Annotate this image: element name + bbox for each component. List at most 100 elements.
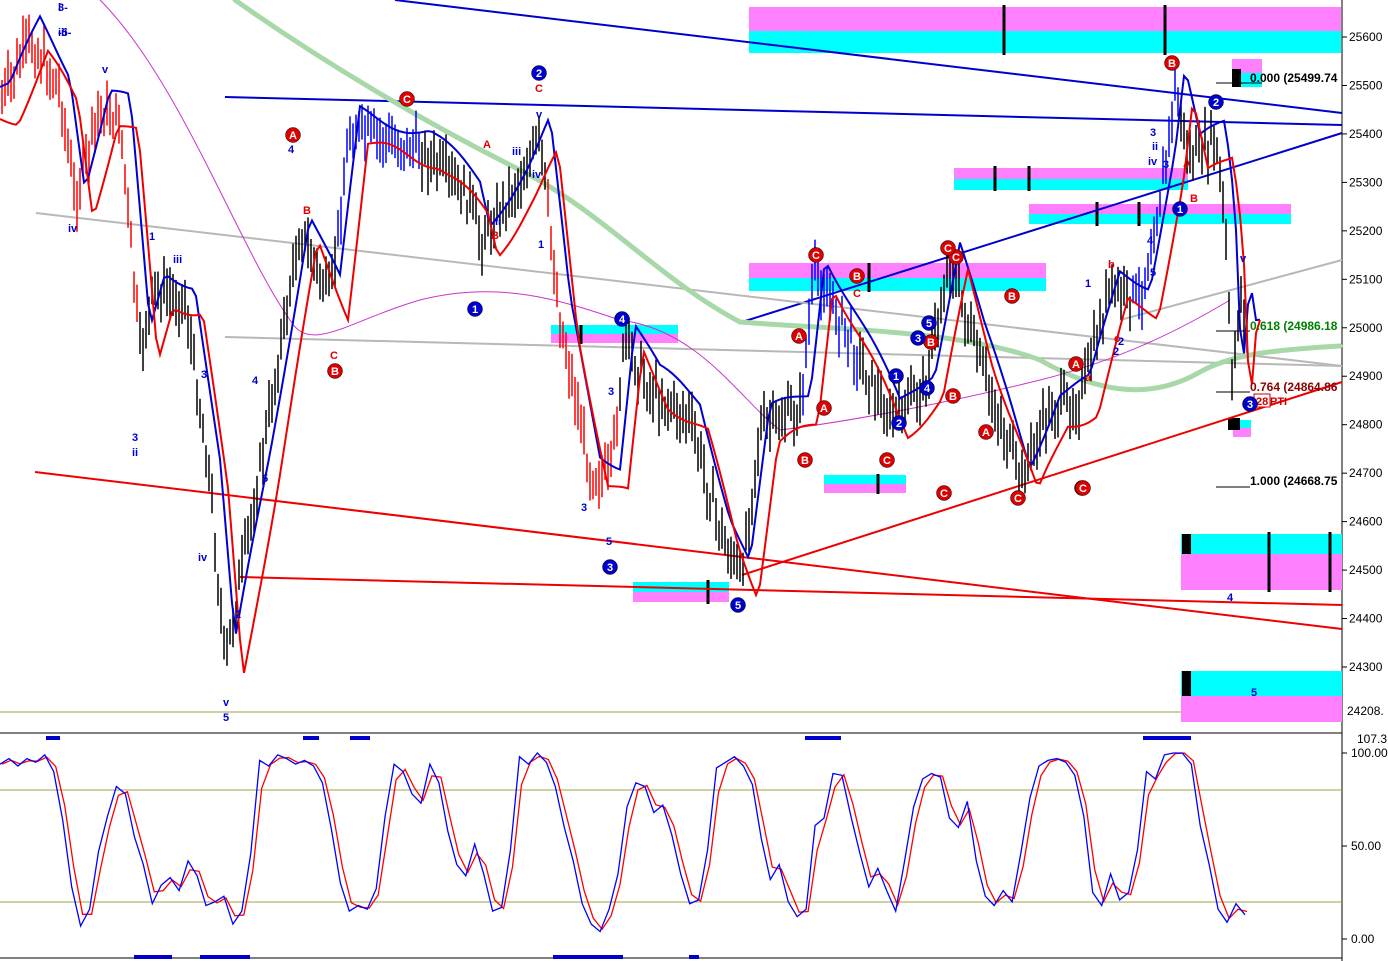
- wave-label-blue: 1: [1085, 278, 1091, 290]
- wave-label-red: c: [1114, 333, 1120, 345]
- circle-label-red-text: B: [1008, 291, 1016, 303]
- wave-label-red: A: [1183, 158, 1191, 170]
- wave-label-red: C: [853, 288, 861, 300]
- circle-label-blue-text: 1: [893, 371, 899, 383]
- signal-marker: [553, 955, 623, 959]
- wave-label-red: B: [491, 230, 499, 242]
- wave-label-red: C: [535, 83, 543, 95]
- zone-marker: [1228, 418, 1240, 430]
- wave-label-blue: 5: [1150, 267, 1156, 279]
- wave-label-blue: 3: [581, 502, 587, 514]
- circle-label-red-text: B: [949, 391, 957, 403]
- osc-tick-label: 0.00: [1351, 932, 1375, 946]
- wave-label-blue: 4: [252, 375, 259, 387]
- circle-label-red-text: C: [403, 94, 411, 106]
- wave-label-blue: iii: [512, 146, 521, 158]
- fib-label: 1.000 (24668.75: [1250, 474, 1338, 488]
- circle-label-blue-text: 2: [536, 68, 542, 80]
- wave-label-blue: 4: [288, 144, 295, 156]
- signal-marker: [689, 955, 699, 959]
- fib-label: 0.618 (24986.18: [1250, 319, 1338, 333]
- oscillator-top-label: 107.3: [1357, 732, 1387, 746]
- zone-box: [1181, 554, 1342, 590]
- price-tick-label: 25000: [1349, 321, 1383, 335]
- wave-label-blue: 3: [132, 432, 138, 444]
- zone-box: [749, 278, 1046, 291]
- wave-label-blue: 3-: [58, 2, 68, 14]
- chart-background: [0, 0, 1388, 961]
- wave-label-blue: 3: [608, 386, 614, 398]
- price-tick-label: 24600: [1349, 515, 1383, 529]
- wave-label-blue: iii: [173, 254, 182, 266]
- circle-label-red-text: A: [289, 130, 297, 142]
- zone-marker: [1182, 671, 1191, 696]
- price-tick-label: 24700: [1349, 466, 1383, 480]
- wave-label-red: B: [1190, 193, 1198, 205]
- circle-label-blue-text: 2: [896, 418, 902, 430]
- circle-label-red-text: A: [982, 427, 990, 439]
- price-tick-label: 24300: [1349, 660, 1383, 674]
- wave-label-blue: iv: [1148, 156, 1158, 168]
- wave-label-blue: v: [1240, 253, 1247, 265]
- circle-label-red-text: B: [801, 455, 809, 467]
- zone-box: [749, 7, 1341, 31]
- wave-label-blue: iv: [68, 223, 78, 235]
- circle-label-red-text: B: [1168, 58, 1176, 70]
- circle-label-blue-text: 1: [1177, 204, 1183, 216]
- signal-marker: [805, 736, 841, 740]
- wave-label-blue: iv: [198, 552, 208, 564]
- circle-label-blue-text: 4: [924, 383, 931, 395]
- zone-box: [749, 263, 1046, 278]
- signal-marker: [46, 736, 60, 740]
- circle-label-blue-text: 4: [619, 314, 626, 326]
- wave-label-blue: 2: [235, 609, 241, 621]
- circle-label-blue-text: 3: [607, 562, 613, 574]
- wave-label-blue: 5: [262, 473, 268, 485]
- circle-label-red-text: A: [1072, 359, 1080, 371]
- wave-label-red: C: [330, 350, 338, 362]
- circle-label-red-text: C: [940, 488, 948, 500]
- price-tick-label: 25400: [1349, 127, 1383, 141]
- signal-marker: [1143, 736, 1191, 740]
- wave-label-red: A: [483, 139, 491, 151]
- price-tick-label: 25600: [1349, 30, 1383, 44]
- zone-box: [824, 484, 906, 493]
- price-tick-label: 25500: [1349, 78, 1383, 92]
- wave-label-blue: 3: [1163, 159, 1169, 171]
- wave-label-blue: 1: [149, 231, 155, 243]
- wave-label-blue: v: [223, 697, 230, 709]
- circle-label-red-text: C: [1014, 493, 1022, 505]
- price-tick-label: 24800: [1349, 418, 1383, 432]
- wave-label-blue: ii: [132, 447, 138, 459]
- circle-label-blue-text: 3: [915, 333, 921, 345]
- pti-number: 28: [1256, 396, 1268, 408]
- wave-label-blue: 5: [223, 712, 229, 724]
- osc-tick-label: 50.00: [1351, 839, 1381, 853]
- wave-label-blue: iv: [532, 169, 542, 181]
- circle-label-blue-text: 2: [1213, 97, 1219, 109]
- signal-marker: [350, 736, 370, 740]
- wave-label-blue: 3: [201, 369, 207, 381]
- circle-label-blue-text: 1: [472, 304, 478, 316]
- circle-label-blue-text: 5: [926, 318, 932, 330]
- wave-label-blue: 4: [1227, 592, 1234, 604]
- circle-label-red-text: A: [820, 403, 828, 415]
- zone-box: [749, 31, 1341, 53]
- zone-marker: [1232, 69, 1241, 87]
- price-tick-label: 25100: [1349, 272, 1383, 286]
- zone-box: [954, 168, 1188, 179]
- circle-label-red-text: C: [812, 250, 820, 262]
- price-tick-label: 24500: [1349, 563, 1383, 577]
- signal-marker: [134, 955, 172, 959]
- circle-label-red-text: A: [795, 331, 803, 343]
- wave-label-blue: v: [536, 109, 543, 121]
- wave-label-red: B: [303, 205, 311, 217]
- zone-box: [551, 334, 678, 343]
- zone-box: [954, 179, 1188, 190]
- wave-label-blue: 5: [1251, 687, 1257, 699]
- price-tick-label: 24400: [1349, 612, 1383, 626]
- zone-box: [1181, 671, 1342, 696]
- wave-label-blue: 3: [1150, 127, 1156, 139]
- wave-label-blue: ii: [495, 216, 501, 228]
- fib-label: 0.000 (25499.74: [1250, 71, 1338, 85]
